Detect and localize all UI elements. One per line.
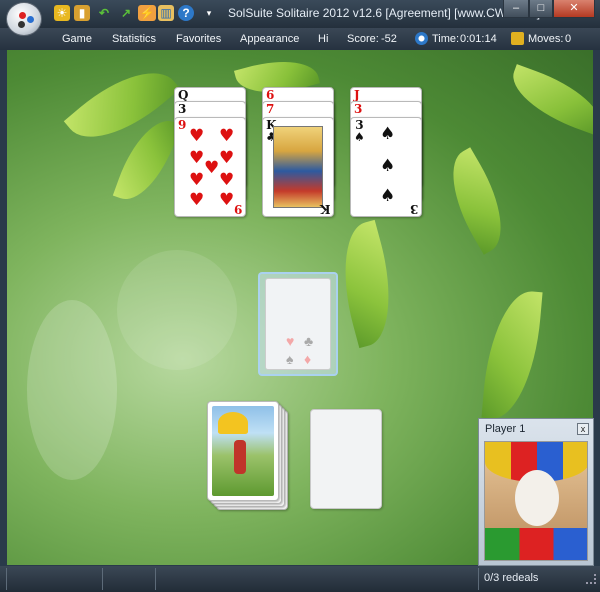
window-title: SolSuite Solitaire 2012 v12.6 [Agreement… [228,6,541,20]
hint-icon[interactable]: ⚡ [138,5,156,21]
score-value: -52 [381,33,397,45]
menu-favorites[interactable]: Favorites [176,33,221,45]
card-rank: 3 [178,102,187,116]
diamond-icon: ♦ [304,351,312,367]
collar-icon [485,528,587,560]
card-rank: 6 [266,88,275,102]
menu-game[interactable]: Game [62,33,92,45]
heart-pip: ♥ [189,148,205,168]
moves-label: Moves: [528,33,564,45]
heart-pip: ♥ [219,126,235,146]
card-rank: K [319,202,330,216]
heart-icon: ♥ [286,333,295,349]
menu-appearance[interactable]: Appearance [240,33,299,45]
customize-icon[interactable]: ▾ [204,5,214,21]
bokeh-light [27,300,117,480]
status-divider [6,568,7,590]
maximize-button[interactable]: □ [529,0,553,18]
leaf-decoration [328,219,406,349]
moves-value: 0 [565,33,572,45]
face-icon [515,470,559,526]
title-bar: ☀ ▮ ↶ ↗ ⚡ ▥ ? ▾ SolSuite Solitaire 2012 … [0,0,600,36]
status-divider [155,568,156,590]
card-rank: 7 [266,102,275,116]
close-button[interactable]: ✕ [553,0,595,18]
card-back-artwork [212,406,274,496]
foundation-slot[interactable]: ♥ ♣ ♠ ♦ [258,272,338,376]
leaf-decoration [433,147,521,255]
card-nine-hearts[interactable]: 9 9 ♥ ♥ ♥ ♥ ♥ ♥ ♥ ♥ ♥ [174,117,246,217]
status-bar: 0/3 redeals [0,566,600,592]
heart-pip: ♥ [189,126,205,146]
card-rank: J [354,88,360,102]
player-panel: Player 1 x [478,418,594,566]
card-rank: 9 [178,118,187,132]
card-three-spades[interactable]: 3 ♠ ♠ ♠ ♠ 3 [350,117,422,217]
foundation-placeholder: ♥ ♣ ♠ ♦ [265,278,331,370]
player-name: Player 1 [485,423,526,435]
clock-icon [415,32,428,45]
redo-icon[interactable]: ↗ [118,5,134,21]
card-rank: 3 [354,102,363,116]
king-portrait [273,126,323,208]
spade-icon: ♠ [354,130,365,144]
card-rank: Q [178,88,189,102]
time-label: Time: [432,33,460,45]
status-divider [478,568,479,590]
deck-icon[interactable]: ▮ [74,5,90,21]
figure-icon [234,440,246,474]
time-value: 0:01:14 [460,33,497,45]
orb-dot-blue [27,16,34,23]
footprints-icon [511,32,524,45]
app-menu-button[interactable] [6,2,42,36]
orb-dot-red [19,12,26,19]
spade-pip: ♠ [380,124,396,144]
heart-pip: ♥ [204,158,220,178]
score-label: Score: [347,33,379,45]
menu-hint[interactable]: Hi [318,33,328,45]
status-divider [102,568,103,590]
minimize-button[interactable]: – [503,0,529,18]
heart-pip: ♥ [189,190,205,210]
help-icon[interactable]: ? [178,5,194,21]
menu-statistics[interactable]: Statistics [112,33,156,45]
card-king-clubs[interactable]: K ♣ K [262,117,334,217]
statistics-icon[interactable]: ▥ [158,5,174,21]
spade-pip: ♠ [380,156,396,176]
orb-dot-black [18,21,25,28]
leaf-decoration [503,64,593,136]
umbrella-icon [218,412,248,434]
undo-icon[interactable]: ↶ [96,5,112,21]
close-player-button[interactable]: x [577,423,589,435]
heart-pip: ♥ [189,170,205,190]
resize-grip-icon[interactable] [586,574,596,584]
redeals-counter: 0/3 redeals [484,572,539,584]
stock-card-top[interactable] [207,401,279,501]
bokeh-light [117,250,237,370]
heart-pip: ♥ [219,148,235,168]
spade-pip: ♠ [380,186,396,206]
sun-icon[interactable]: ☀ [54,5,70,21]
menu-bar: Game Statistics Favorites Appearance Hi … [0,28,600,50]
leaf-decoration [481,288,543,422]
waste-slot[interactable] [310,409,382,509]
heart-pip: ♥ [219,170,235,190]
spade-icon: ♠ [286,351,294,367]
jester-avatar [484,441,588,561]
club-icon: ♣ [304,333,314,349]
heart-pip: ♥ [219,190,235,210]
card-rank: 9 [233,202,242,216]
card-rank: 3 [409,202,418,216]
